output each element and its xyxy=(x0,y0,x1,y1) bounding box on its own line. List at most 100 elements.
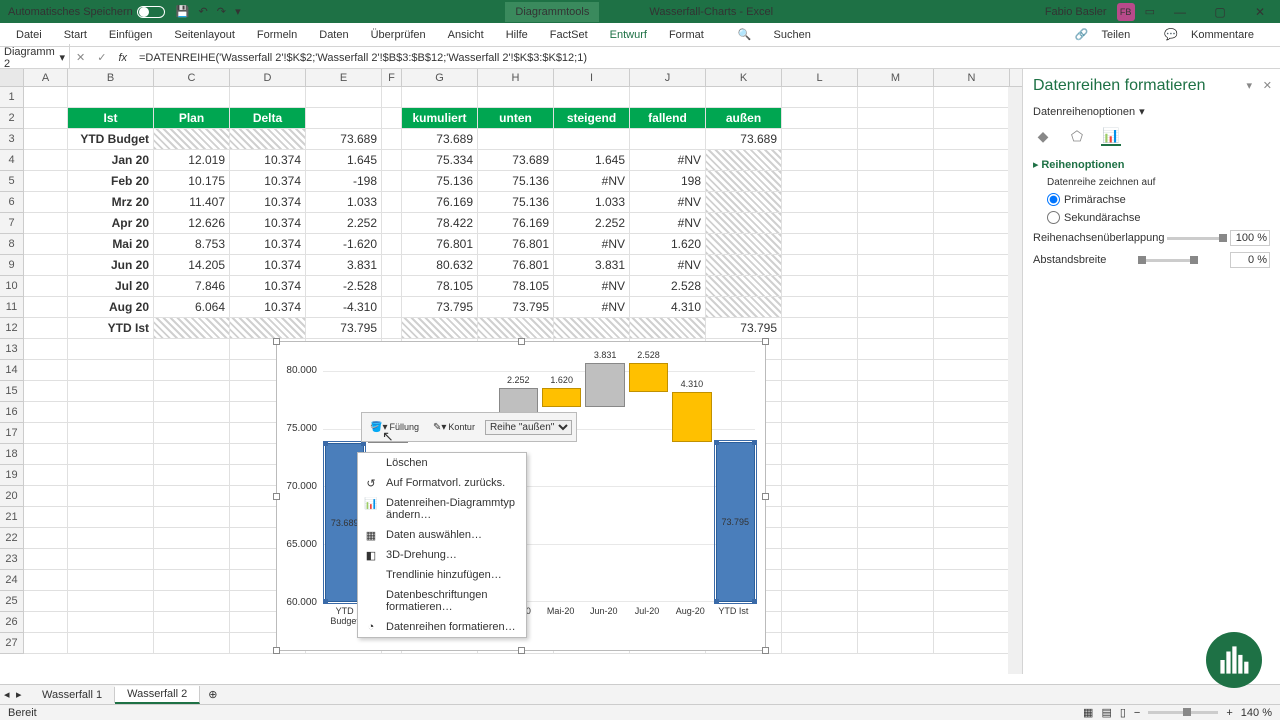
cell[interactable] xyxy=(934,381,1010,402)
cell[interactable] xyxy=(858,591,934,612)
chart-tools-tab[interactable]: Diagrammtools xyxy=(505,2,599,22)
context-menu-item[interactable]: Datenbeschriftungen formatieren… xyxy=(358,585,526,617)
cell[interactable]: 198 xyxy=(630,171,706,192)
chart-resize-handle[interactable] xyxy=(518,647,525,654)
cell[interactable] xyxy=(402,318,478,339)
cell[interactable] xyxy=(554,129,630,150)
cell[interactable] xyxy=(706,150,782,171)
cell[interactable] xyxy=(24,381,68,402)
cell[interactable]: #NV xyxy=(630,192,706,213)
column-header[interactable]: I xyxy=(554,69,630,86)
cell[interactable] xyxy=(934,192,1010,213)
column-header[interactable]: D xyxy=(230,69,306,86)
cell[interactable] xyxy=(782,423,858,444)
cell[interactable] xyxy=(706,192,782,213)
cell[interactable] xyxy=(68,591,154,612)
view-pagebreak-icon[interactable]: ▯ xyxy=(1120,706,1126,719)
cell[interactable] xyxy=(382,171,402,192)
cell[interactable]: fallend xyxy=(630,108,706,129)
cell[interactable] xyxy=(858,570,934,591)
qat-more-icon[interactable]: ▾ xyxy=(235,6,241,18)
cell[interactable] xyxy=(858,423,934,444)
cell[interactable] xyxy=(24,255,68,276)
cell[interactable] xyxy=(154,528,230,549)
row-header[interactable]: 14 xyxy=(0,360,24,381)
cell[interactable] xyxy=(24,171,68,192)
row-header[interactable]: 15 xyxy=(0,381,24,402)
cell[interactable] xyxy=(782,339,858,360)
cell[interactable] xyxy=(706,297,782,318)
cell[interactable] xyxy=(68,402,154,423)
cell[interactable] xyxy=(24,591,68,612)
cell[interactable]: 10.374 xyxy=(230,171,306,192)
tab-datei[interactable]: Datei xyxy=(6,25,52,45)
cell[interactable] xyxy=(858,276,934,297)
cell[interactable] xyxy=(706,171,782,192)
overlap-slider[interactable] xyxy=(1167,237,1227,240)
cell[interactable] xyxy=(24,276,68,297)
cell[interactable]: 76.801 xyxy=(478,255,554,276)
cell[interactable]: 14.205 xyxy=(154,255,230,276)
column-header[interactable]: B xyxy=(68,69,154,86)
fx-icon[interactable]: fx xyxy=(112,52,133,64)
cell[interactable] xyxy=(382,87,402,108)
cell[interactable] xyxy=(782,255,858,276)
cell[interactable] xyxy=(782,234,858,255)
cell[interactable] xyxy=(24,339,68,360)
cell[interactable] xyxy=(858,171,934,192)
cell[interactable]: 73.689 xyxy=(402,129,478,150)
row-header[interactable]: 17 xyxy=(0,423,24,444)
cell[interactable] xyxy=(154,465,230,486)
chart-bar-steigend[interactable]: 2.252 xyxy=(499,388,538,414)
tab-ueberpruefen[interactable]: Überprüfen xyxy=(361,25,436,45)
tab-einfuegen[interactable]: Einfügen xyxy=(99,25,162,45)
cell[interactable]: 75.136 xyxy=(478,171,554,192)
cell[interactable] xyxy=(782,192,858,213)
cell[interactable]: 73.795 xyxy=(306,318,382,339)
cell[interactable] xyxy=(24,444,68,465)
cell[interactable] xyxy=(230,87,306,108)
tab-daten[interactable]: Daten xyxy=(309,25,358,45)
cell[interactable] xyxy=(934,549,1010,570)
view-layout-icon[interactable]: ▤ xyxy=(1101,706,1111,719)
cell[interactable] xyxy=(706,276,782,297)
row-header[interactable]: 21 xyxy=(0,507,24,528)
context-menu-item[interactable]: 📊Datenreihen-Diagrammtyp ändern… xyxy=(358,493,526,525)
search-label[interactable]: Suchen xyxy=(764,25,821,45)
column-header[interactable]: C xyxy=(154,69,230,86)
cell[interactable] xyxy=(382,297,402,318)
cell[interactable] xyxy=(68,549,154,570)
cell[interactable] xyxy=(934,129,1010,150)
row-header[interactable]: 26 xyxy=(0,612,24,633)
cell[interactable] xyxy=(782,87,858,108)
chart-bar-steigend[interactable]: 3.831 xyxy=(585,363,624,407)
cell[interactable]: 10.374 xyxy=(230,234,306,255)
toggle-switch[interactable] xyxy=(137,6,165,18)
cell[interactable] xyxy=(68,507,154,528)
cell[interactable] xyxy=(782,528,858,549)
cell[interactable]: Feb 20 xyxy=(68,171,154,192)
cell[interactable] xyxy=(934,612,1010,633)
cell[interactable] xyxy=(858,381,934,402)
cell[interactable] xyxy=(68,465,154,486)
cell[interactable] xyxy=(858,129,934,150)
confirm-formula-icon[interactable]: ✓ xyxy=(91,51,112,64)
cell[interactable]: steigend xyxy=(554,108,630,129)
cell[interactable]: 78.422 xyxy=(402,213,478,234)
cell[interactable] xyxy=(934,255,1010,276)
zoom-level[interactable]: 140 % xyxy=(1241,707,1272,719)
cell[interactable]: YTD Budget xyxy=(68,129,154,150)
cell[interactable] xyxy=(858,465,934,486)
effects-icon[interactable]: ⬠ xyxy=(1067,126,1087,146)
cell[interactable] xyxy=(68,570,154,591)
chart-y-axis[interactable]: 60.00065.00070.00075.00080.000 xyxy=(277,372,321,602)
cell[interactable] xyxy=(934,297,1010,318)
cell[interactable] xyxy=(24,192,68,213)
add-sheet-button[interactable]: ⊕ xyxy=(200,688,225,701)
cell[interactable] xyxy=(934,423,1010,444)
pane-close-icon[interactable]: ✕ xyxy=(1263,79,1272,92)
sheet-tab[interactable]: Wasserfall 1 xyxy=(30,687,115,703)
cell[interactable] xyxy=(382,192,402,213)
tab-nav-prev[interactable]: ◂ xyxy=(4,688,10,701)
row-header[interactable]: 3 xyxy=(0,129,24,150)
